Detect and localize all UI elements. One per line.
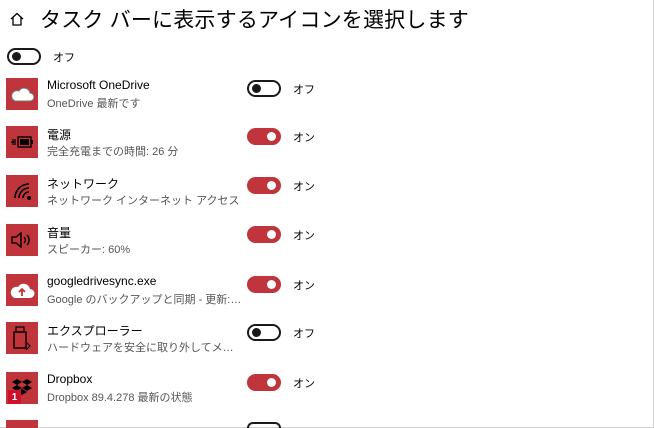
item-name: 音量 xyxy=(47,226,72,240)
item-switch: オン xyxy=(247,128,315,145)
toggle-state-label: オフ xyxy=(293,327,315,340)
master-toggle-label: オフ xyxy=(53,51,75,64)
item-name: 電源 xyxy=(47,128,72,142)
home-icon[interactable] xyxy=(8,10,26,28)
onedrive-toggle[interactable] xyxy=(247,80,281,97)
item-name: googledrivesync.exe xyxy=(47,274,157,288)
toggle-state-label: オン xyxy=(293,131,315,144)
page-title: タスク バーに表示するアイコンを選択します xyxy=(40,9,469,32)
item-desc: Dropbox 89.4.278 最新の状態 xyxy=(47,392,193,404)
cloud-upload-icon xyxy=(6,274,38,306)
list-item-power: 電源 完全充電までの時間: 26 分 オン xyxy=(6,126,326,166)
explorer-toggle[interactable] xyxy=(247,324,281,341)
item-switch: オフ xyxy=(247,80,315,97)
item-desc: スピーカー: 60% xyxy=(47,244,131,256)
list-item-dropbox: 1 Dropbox Dropbox 89.4.278 最新の状態 オン xyxy=(6,372,326,412)
item-desc: ハードウェアを安全に取り外してメディアを... xyxy=(47,342,242,354)
item-name: ネットワーク xyxy=(47,177,120,191)
googledrivesync-toggle[interactable] xyxy=(247,276,281,293)
list-item-googledrivesync: googledrivesync.exe Google のバックアップと同期 - … xyxy=(6,274,326,314)
item-switch: オン xyxy=(247,276,315,293)
partial-item-icon xyxy=(6,420,38,428)
toggle-state-label: オン xyxy=(293,377,315,390)
item-switch: オン xyxy=(247,374,315,391)
notification-badge: 1 xyxy=(8,390,21,404)
item-name: Microsoft OneDrive xyxy=(47,78,150,92)
wifi-icon xyxy=(6,175,38,207)
toggle-state-label: オン xyxy=(293,279,315,292)
always-show-all-toggle[interactable] xyxy=(7,48,41,65)
power-toggle[interactable] xyxy=(247,128,281,145)
toggle-state-label: オフ xyxy=(293,83,315,96)
page-header: タスク バーに表示するアイコンを選択します xyxy=(8,4,469,34)
cloud-icon xyxy=(6,78,38,110)
master-toggle-group: オフ xyxy=(7,48,75,65)
battery-plug-icon xyxy=(6,126,38,158)
dropbox-toggle[interactable] xyxy=(247,374,281,391)
list-item-volume: 音量 スピーカー: 60% オン xyxy=(6,224,326,264)
toggle-state-label: オン xyxy=(293,229,315,242)
item-switch: オン xyxy=(247,177,315,194)
list-item-network: ネットワーク ネットワーク インターネット アクセス オン xyxy=(6,175,326,215)
speaker-icon xyxy=(6,224,38,256)
item-desc: Google のバックアップと同期 - 更新: 1... xyxy=(47,294,242,306)
item-name: Dropbox xyxy=(47,372,93,386)
list-item-onedrive: Microsoft OneDrive OneDrive 最新です オフ xyxy=(6,78,326,118)
partial-item-toggle[interactable] xyxy=(247,422,281,428)
list-item-explorer: エクスプローラー ハードウェアを安全に取り外してメディアを... オフ xyxy=(6,322,326,362)
toggle-state-label: オン xyxy=(293,180,315,193)
item-desc: ネットワーク インターネット アクセス xyxy=(47,195,240,207)
item-name: エクスプローラー xyxy=(47,324,143,338)
item-switch: オン xyxy=(247,226,315,243)
dropbox-icon: 1 xyxy=(6,372,38,404)
volume-toggle[interactable] xyxy=(247,226,281,243)
item-desc: 完全充電までの時間: 26 分 xyxy=(47,146,179,158)
item-desc: OneDrive 最新です xyxy=(47,98,141,110)
usb-eject-icon xyxy=(6,322,38,354)
item-switch: オフ xyxy=(247,324,315,341)
network-toggle[interactable] xyxy=(247,177,281,194)
